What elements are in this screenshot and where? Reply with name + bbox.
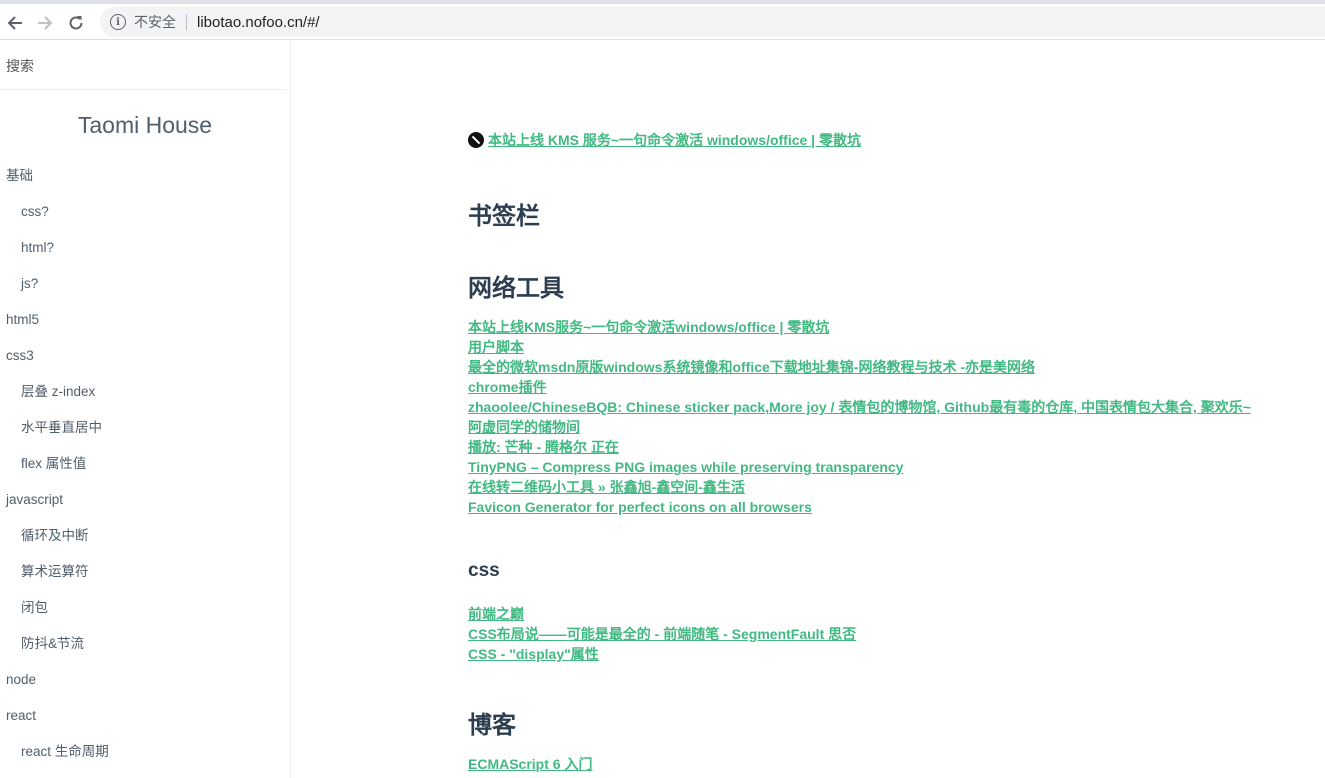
- tools-link[interactable]: 在线转二维码小工具 » 张鑫旭-鑫空间-鑫生活: [468, 477, 1251, 497]
- sidebar-item[interactable]: 循环及中断: [0, 518, 290, 554]
- css-heading: css: [468, 560, 500, 581]
- top-announcement-link[interactable]: 本站上线 KMS 服务~一句命令激活 windows/office | 零散坑: [488, 130, 861, 150]
- address-bar[interactable]: i 不安全 libotao.nofoo.cn/#/: [100, 7, 1325, 37]
- sidebar-item[interactable]: react: [0, 698, 290, 734]
- sidebar-menu: 基础 css? html? js? html5 css3 层叠 z-index 水平垂直居中 f…: [0, 158, 290, 770]
- tools-link[interactable]: 播放: 芒种 - 腾格尔 正在: [468, 437, 1251, 457]
- tools-link[interactable]: 用户脚本: [468, 337, 1251, 357]
- sidebar-item[interactable]: css3: [0, 338, 290, 374]
- blog-heading: 博客: [468, 712, 516, 739]
- sidebar-item[interactable]: node: [0, 662, 290, 698]
- sidebar-item[interactable]: 基础: [0, 158, 290, 194]
- sidebar-item[interactable]: 水平垂直居中: [0, 410, 290, 446]
- css-link-list: 前端之巅 CSS布局说——可能是最全的 - 前端随笔 - SegmentFault…: [468, 604, 856, 664]
- sidebar-item[interactable]: html?: [0, 230, 290, 266]
- tools-link[interactable]: TinyPNG – Compress PNG images while pres…: [468, 457, 1251, 477]
- sidebar-item[interactable]: js?: [0, 266, 290, 302]
- blog-link-list: ECMAScript 6 入门: [468, 754, 592, 774]
- tools-link[interactable]: 阿虚同学的储物间: [468, 417, 1251, 437]
- tools-heading: 网络工具: [468, 275, 564, 302]
- tools-link[interactable]: 最全的微软msdn原版windows系统镜像和office下载地址集锦-网络教程…: [468, 357, 1251, 377]
- omnibox-divider: [186, 14, 187, 30]
- css-link[interactable]: 前端之巅: [468, 604, 856, 624]
- search-input[interactable]: 搜索: [0, 40, 287, 90]
- sidebar-item[interactable]: 算术运算符: [0, 554, 290, 590]
- insecure-label: 不安全: [134, 14, 176, 30]
- tools-link[interactable]: Favicon Generator for perfect icons on a…: [468, 497, 1251, 517]
- info-icon[interactable]: i: [110, 14, 126, 30]
- browser-toolbar: i 不安全 libotao.nofoo.cn/#/: [0, 0, 1325, 40]
- tools-link-list: 本站上线KMS服务~一句命令激活windows/office | 零散坑 用户脚本…: [468, 317, 1251, 517]
- sidebar-item[interactable]: 防抖&节流: [0, 626, 290, 662]
- sidebar-item[interactable]: 闭包: [0, 590, 290, 626]
- blog-link[interactable]: ECMAScript 6 入门: [468, 754, 592, 774]
- bookmarks-heading: 书签栏: [468, 203, 540, 230]
- site-title[interactable]: Taomi House: [0, 112, 290, 152]
- tools-link[interactable]: zhaoolee/ChineseBQB: Chinese sticker pac…: [468, 397, 1251, 417]
- sidebar-item[interactable]: html5: [0, 302, 290, 338]
- url-text[interactable]: libotao.nofoo.cn/#/: [197, 14, 320, 31]
- sidebar-item[interactable]: react 生命周期: [0, 734, 290, 770]
- sidebar: 搜索 Taomi House 基础 css? html? js? html5 css3 层叠…: [0, 40, 291, 778]
- sidebar-item[interactable]: javascript: [0, 482, 290, 518]
- tools-link[interactable]: 本站上线KMS服务~一句命令激活windows/office | 零散坑: [468, 317, 1251, 337]
- no-entry-icon: [468, 132, 484, 148]
- back-icon[interactable]: [2, 10, 28, 36]
- sidebar-item[interactable]: 层叠 z-index: [0, 374, 290, 410]
- tools-link[interactable]: chrome插件: [468, 377, 1251, 397]
- sidebar-item[interactable]: flex 属性值: [0, 446, 290, 482]
- top-announcement: 本站上线 KMS 服务~一句命令激活 windows/office | 零散坑: [468, 130, 861, 150]
- reload-icon[interactable]: [63, 10, 89, 36]
- css-link[interactable]: CSS - "display"属性: [468, 644, 856, 664]
- forward-icon[interactable]: [32, 10, 58, 36]
- css-link[interactable]: CSS布局说——可能是最全的 - 前端随笔 - SegmentFault 思否: [468, 624, 856, 644]
- sidebar-item[interactable]: css?: [0, 194, 290, 230]
